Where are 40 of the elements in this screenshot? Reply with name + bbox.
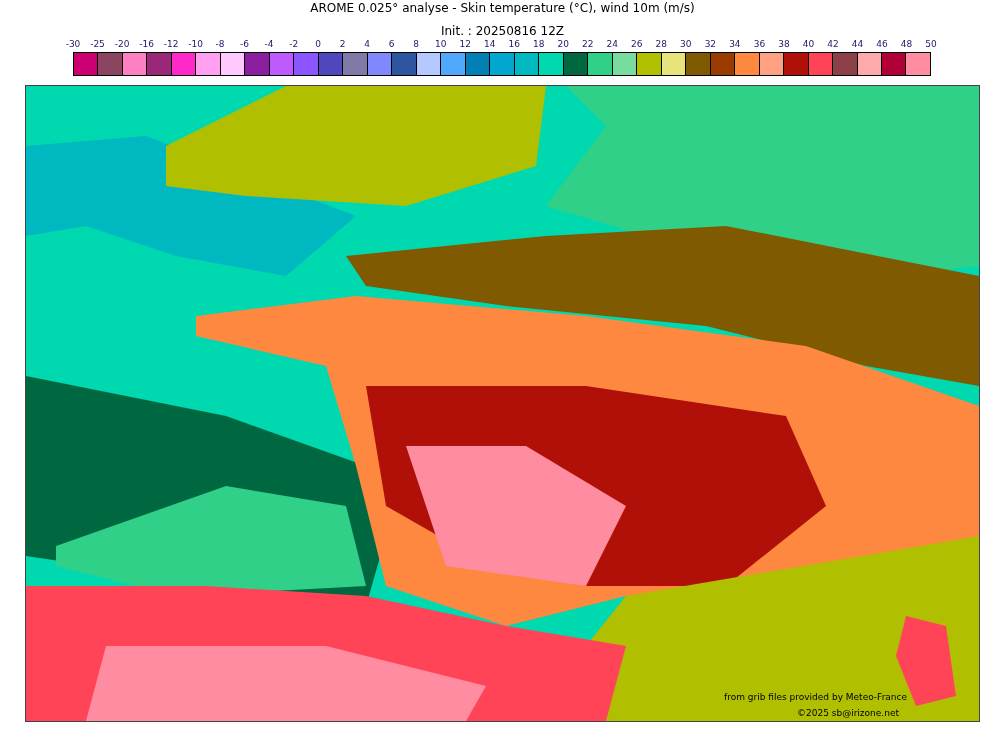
colorbar-tick-label: -30 — [65, 39, 81, 49]
colorbar-tick-label: -4 — [264, 39, 274, 49]
colorbar-tick-label: 28 — [655, 39, 668, 49]
colorbar-tick-label: 38 — [778, 39, 790, 49]
colorbar-tick-label: 10 — [435, 39, 447, 49]
colorbar-tick-label: -8 — [215, 39, 225, 49]
colorbar-tick-label: 18 — [533, 39, 545, 49]
colorbar-tick-label: 48 — [900, 39, 913, 49]
colorbar-tick-label: 12 — [459, 39, 471, 49]
colorbar-tick-label: 22 — [582, 39, 594, 49]
chart-title: AROME 0.025° analyse - Skin temperature (°C), wind 10m (m/s) — [309, 0, 696, 17]
colorbar-tick-label: 42 — [827, 39, 839, 49]
colorbar-tick-label: 36 — [753, 39, 766, 49]
copyright-credit: ©2025 sb@irizone.net — [797, 708, 899, 718]
colorbar-tick-label: 34 — [729, 39, 741, 49]
colorbar-tick-label: 8 — [413, 39, 420, 49]
colorbar-tick-label: -25 — [90, 39, 105, 49]
colorbar-tick-label: 24 — [606, 39, 619, 49]
colorbar-tick-label: 4 — [364, 39, 370, 49]
colorbar-tick-label: 20 — [557, 39, 569, 49]
colorbar-tick-label: -16 — [139, 39, 154, 49]
colorbar-tick-label: 16 — [508, 39, 520, 49]
colorbar-tick-label: -2 — [289, 39, 299, 49]
colorbar-tick-label: -20 — [114, 39, 130, 49]
colorbar-tick-label: 40 — [802, 39, 815, 49]
colorbar-tick-label: 30 — [680, 39, 692, 49]
colorbar-tick-label: -12 — [163, 39, 179, 49]
colorbar-tick-label: 32 — [704, 39, 717, 49]
colorbar-tick-label: 44 — [851, 39, 864, 49]
init-time-label: Init. : 20250816 12Z — [439, 24, 566, 38]
colorbar-tick-label: -10 — [188, 39, 203, 49]
colorbar-tick-label: 50 — [925, 39, 937, 49]
colorbar-tick-label: 26 — [631, 39, 643, 49]
colorbar-tick-label: 6 — [388, 39, 395, 49]
colorbar-tick-label: 0 — [315, 39, 321, 49]
colorbar-tick-label: -6 — [240, 39, 250, 49]
colorbar-tick-label: 2 — [339, 39, 346, 49]
data-source-credit: from grib files provided by Meteo-France — [724, 692, 908, 702]
colorbar-tick-label: 14 — [484, 39, 496, 49]
colorbar-tick-label: 46 — [876, 39, 888, 49]
